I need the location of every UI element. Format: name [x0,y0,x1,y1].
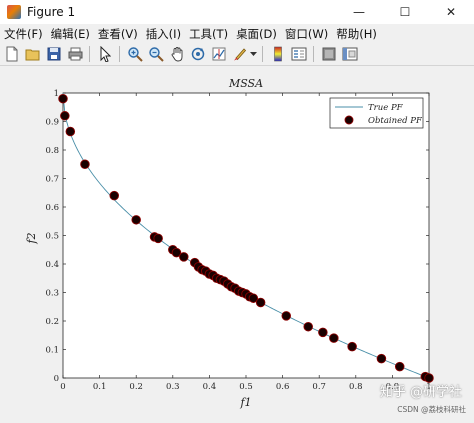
title-bar: Figure 1 — ☐ ✕ [0,0,474,24]
print-icon[interactable] [66,45,84,63]
zoom-in-icon[interactable] [126,45,144,63]
obtained-pf-point [179,252,189,262]
y-tick-label: 0.6 [45,203,59,213]
obtained-pf-point [303,321,313,332]
chart-title: MSSA [228,77,263,90]
new-figure-icon[interactable] [3,45,21,63]
y-tick-label: 0.9 [45,118,59,128]
x-tick-label: 0 [60,382,65,392]
brush-icon[interactable] [231,45,249,63]
data-cursor-icon[interactable] [210,45,228,63]
figure-area: 0 0.1 0.2 0.3 0.4 0.5 0.6 0.7 0.8 0.9 1 0 0.1 0.2 0.3 0… [0,66,474,419]
close-button[interactable]: ✕ [428,0,474,24]
menu-file[interactable]: 文件(F) [0,26,47,42]
menu-view[interactable]: 查看(V) [94,26,142,42]
obtained-pf-point [394,361,405,372]
toolbar-separator [89,46,90,62]
menu-bar: 文件(F) 编辑(E) 查看(V) 插入(I) 工具(T) 桌面(D) 窗口(W… [0,24,474,43]
window-title: Figure 1 [27,5,76,19]
obtained-pf-point [347,341,357,352]
toolbar-separator [119,46,120,62]
pointer-icon[interactable] [96,45,114,63]
x-tick-label: 0.1 [93,382,107,392]
x-tick-label: 0.3 [166,382,180,392]
obtained-pf-point [109,190,119,201]
watermark-csdn: CSDN @荔枝科研社 [397,405,466,414]
x-tick-label: 0.5 [239,382,253,392]
x-tick-label: 0.4 [203,382,217,392]
obtained-pf-point [318,327,328,338]
watermark-zhihu: 知乎 @研学社 [379,385,462,400]
show-plot-tools-icon[interactable] [341,45,359,63]
hide-plot-tools-icon[interactable] [320,45,338,63]
y-tick-label: 0.3 [45,289,59,299]
obtained-pf-point [153,233,163,244]
legend-obtained-pf-label: Obtained PF [368,116,423,126]
obtained-pf-point [376,353,387,364]
brush-dropdown-icon[interactable] [249,45,257,63]
obtained-pf-point [281,311,292,321]
x-tick-label: 0.2 [129,382,143,392]
y-tick-label: 0.1 [45,346,59,356]
save-icon[interactable] [45,45,63,63]
obtained-pf-point [80,159,90,169]
axes-box [62,92,430,379]
pan-icon[interactable] [168,45,186,63]
open-file-icon[interactable] [24,45,42,63]
obtained-pf-point [58,93,68,104]
rotate-3d-icon[interactable] [189,45,207,63]
menu-tools[interactable]: 工具(T) [185,26,232,42]
menu-window[interactable]: 窗口(W) [281,26,332,42]
zoom-out-icon[interactable] [147,45,165,63]
y-tick-label: 0.2 [45,317,59,327]
obtained-pf-point [255,297,266,308]
minimize-button[interactable]: — [336,0,382,24]
legend-true-pf-label: True PF [368,103,404,113]
legend-obtained-pf-swatch [344,115,354,125]
x-tick-label: 0.6 [276,382,290,392]
y-tick-label: 1 [54,89,59,99]
y-tick-label: 0 [54,374,59,384]
maximize-button[interactable]: ☐ [382,0,428,24]
window-controls: — ☐ ✕ [336,0,474,24]
x-tick-label: 0.7 [312,382,326,392]
legend[interactable]: True PF Obtained PF [329,97,424,129]
menu-desktop[interactable]: 桌面(D) [232,26,281,42]
obtained-pf-point [131,215,141,225]
toolbar-separator [313,46,314,62]
matlab-app-icon [7,5,21,19]
menu-edit[interactable]: 编辑(E) [47,26,94,42]
y-tick-label: 0.4 [45,260,59,270]
y-tick-label: 0.7 [45,175,59,185]
y-tick-label: 0.8 [45,146,59,156]
menu-insert[interactable]: 插入(I) [142,26,185,42]
y-tick-label: 0.5 [45,232,59,242]
legend-icon[interactable] [290,45,308,63]
obtained-pf-point [65,126,76,137]
obtained-pf-point [60,111,70,121]
colorbar-icon[interactable] [269,45,287,63]
x-tick-label: 0.8 [349,382,363,392]
plot-canvas[interactable]: 0 0.1 0.2 0.3 0.4 0.5 0.6 0.7 0.8 0.9 1 0 0.1 0.2 0.3 0… [0,66,474,419]
menu-help[interactable]: 帮助(H) [332,26,381,42]
x-axis-label: f1 [239,396,251,409]
y-axis-label: f2 [25,232,38,244]
figure-toolbar [0,43,474,66]
obtained-pf-point [329,333,339,343]
toolbar-separator [262,46,263,62]
